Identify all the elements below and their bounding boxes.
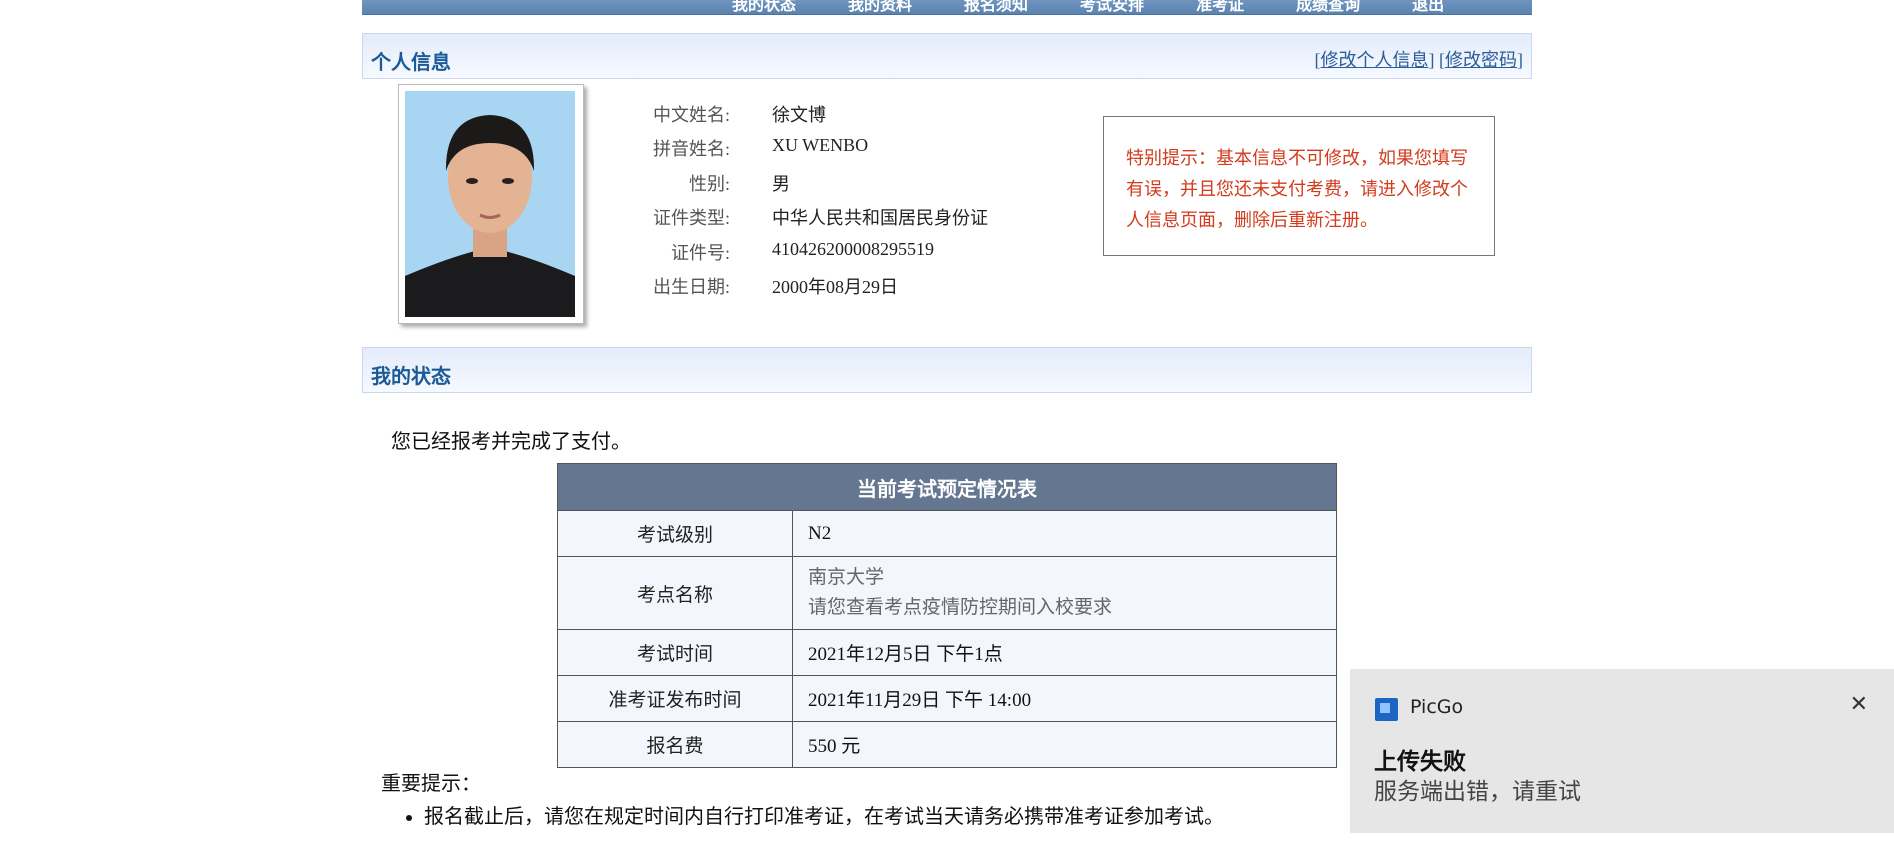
field-value: 男 [772, 174, 790, 194]
field-label: 拼音姓名: [652, 139, 730, 159]
nav-item[interactable]: 退出 [1412, 0, 1444, 14]
row-value: 550 元 [792, 721, 1337, 768]
notification-message: 服务端出错，请重试 [1374, 779, 1581, 805]
table-row: 考试级别 N2 [557, 510, 1337, 557]
field-value: 2000年08月29日 [772, 277, 898, 297]
important-notes-title: 重要提示： [381, 773, 481, 795]
status-title: 我的状态 [371, 366, 451, 388]
nav-item[interactable]: 我的状态 [732, 0, 796, 14]
picgo-app-icon [1375, 698, 1398, 721]
field-value: 中华人民共和国居民身份证 [772, 208, 988, 228]
exam-table-title: 当前考试预定情况表 [557, 463, 1337, 511]
change-password-link[interactable]: 修改密码 [1445, 50, 1517, 70]
notification-title: 上传失败 [1374, 749, 1466, 775]
top-navigation-bar: 我的状态 我的资料 报名须知 考试安排 准考证 成绩查询 退出 [362, 0, 1532, 15]
profile-photo-frame [398, 84, 584, 324]
status-header: 我的状态 [362, 347, 1532, 393]
nav-item[interactable]: 成绩查询 [1296, 0, 1360, 14]
field-value: 410426200008295519 [772, 239, 934, 259]
status-message: 您已经报考并完成了支付。 [391, 431, 631, 453]
important-notes-list: 报名截止后，请您在规定时间内自行打印准考证，在考试当天请务必携带准考证参加考试。 [402, 800, 1224, 845]
personal-info-header: 个人信息 [修改个人信息] [修改密码] [362, 33, 1532, 79]
table-row: 报名费 550 元 [557, 721, 1337, 768]
nav-item[interactable]: 报名须知 [964, 0, 1028, 14]
test-center-name: 南京大学 [808, 567, 885, 588]
picgo-notification[interactable]: PicGo ✕ 上传失败 服务端出错，请重试 [1350, 669, 1894, 833]
table-row: 准考证发布时间 2021年11月29日 下午 14:00 [557, 675, 1337, 722]
nav-item[interactable]: 准考证 [1196, 0, 1244, 14]
field-value: XU WENBO [772, 135, 869, 155]
row-value: N2 [792, 510, 1337, 557]
field-value: 徐文博 [772, 105, 826, 125]
close-icon[interactable]: ✕ [1850, 693, 1868, 717]
edit-personal-info-link[interactable]: 修改个人信息 [1321, 50, 1429, 70]
special-notice-box: 特别提示：基本信息不可修改，如果您填写有误，并且您还未支付考费，请进入修改个人信… [1103, 116, 1495, 256]
row-label: 考试时间 [557, 629, 793, 676]
field-label: 证件号: [670, 243, 730, 263]
exam-booking-table: 当前考试预定情况表 考试级别 N2 考点名称 南京大学 请您查看考点疫情防控期间… [557, 463, 1337, 768]
field-label: 出生日期: [652, 277, 730, 297]
table-row: 考试时间 2021年12月5日 下午1点 [557, 629, 1337, 676]
row-label: 报名费 [557, 721, 793, 768]
profile-photo [405, 91, 575, 317]
row-label: 考点名称 [557, 556, 793, 630]
nav-item[interactable]: 考试安排 [1080, 0, 1144, 14]
field-label: 性别: [688, 174, 730, 194]
list-item: 报名截止后，请您在规定时间内自行打印准考证，在考试当天请务必携带准考证参加考试。 [424, 800, 1224, 829]
notification-app-name: PicGo [1410, 696, 1464, 718]
row-value: 南京大学 请您查看考点疫情防控期间入校要求 [792, 556, 1337, 630]
personal-info-title: 个人信息 [371, 52, 451, 74]
row-label: 考试级别 [557, 510, 793, 557]
row-value: 2021年11月29日 下午 14:00 [792, 675, 1337, 722]
field-label: 中文姓名: [652, 105, 730, 125]
field-label: 证件类型: [652, 208, 730, 228]
test-center-note: 请您查看考点疫情防控期间入校要求 [808, 597, 1113, 618]
special-notice-text: 特别提示：基本信息不可修改，如果您填写有误，并且您还未支付考费，请进入修改个人信… [1126, 148, 1468, 230]
nav-item[interactable]: 我的资料 [848, 0, 912, 14]
row-label: 准考证发布时间 [557, 675, 793, 722]
personal-info-links: [修改个人信息] [修改密码] [1314, 50, 1524, 70]
row-value: 2021年12月5日 下午1点 [792, 629, 1337, 676]
table-row: 考点名称 南京大学 请您查看考点疫情防控期间入校要求 [557, 556, 1337, 630]
